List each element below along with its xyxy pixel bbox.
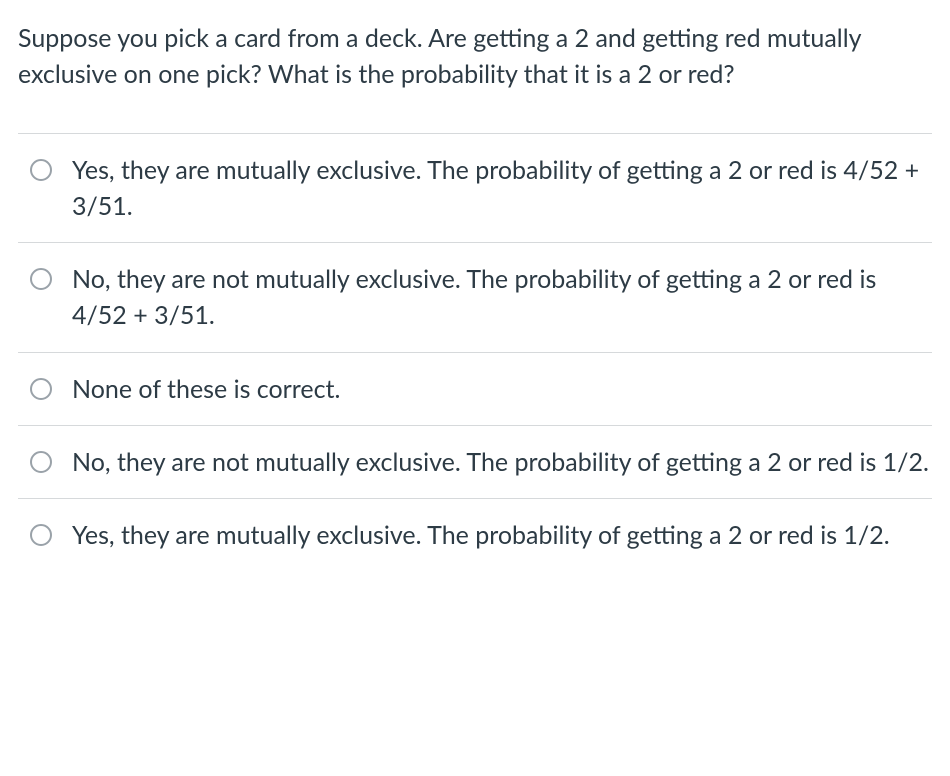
option-label[interactable]: Yes, they are mutually exclusive. The pr… bbox=[72, 517, 932, 553]
option-label[interactable]: No, they are not mutually exclusive. The… bbox=[72, 444, 932, 480]
question-text: Suppose you pick a card from a deck. Are… bbox=[18, 20, 932, 93]
radio-button[interactable] bbox=[30, 159, 52, 181]
option-row[interactable]: No, they are not mutually exclusive. The… bbox=[18, 426, 932, 499]
option-label[interactable]: No, they are not mutually exclusive. The… bbox=[72, 261, 932, 334]
radio-button[interactable] bbox=[30, 378, 52, 400]
option-row[interactable]: Yes, they are mutually exclusive. The pr… bbox=[18, 134, 932, 244]
option-row[interactable]: Yes, they are mutually exclusive. The pr… bbox=[18, 499, 932, 571]
radio-button[interactable] bbox=[30, 268, 52, 290]
option-label[interactable]: None of these is correct. bbox=[72, 371, 932, 407]
options-list: Yes, they are mutually exclusive. The pr… bbox=[18, 133, 932, 572]
option-row[interactable]: None of these is correct. bbox=[18, 353, 932, 426]
radio-button[interactable] bbox=[30, 524, 52, 546]
option-row[interactable]: No, they are not mutually exclusive. The… bbox=[18, 243, 932, 353]
option-label[interactable]: Yes, they are mutually exclusive. The pr… bbox=[72, 152, 932, 225]
radio-button[interactable] bbox=[30, 451, 52, 473]
